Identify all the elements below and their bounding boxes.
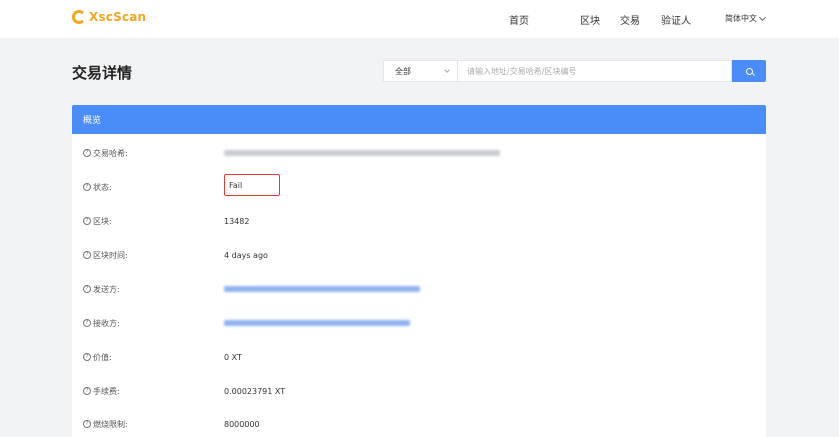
gas-limit-value: 8000000 [224, 419, 260, 429]
row-label: ? 发送方: [83, 284, 120, 295]
detail-row-status: ? 状态: Fail [72, 170, 766, 204]
search-placeholder: 请输入地址/交易哈希/区块编号 [467, 66, 577, 76]
nav-link-transactions[interactable]: 交易 [620, 12, 640, 27]
overview-card: 概览 ? 交易哈希: ? 状态: Fail ? 区块: 13482 ? 区块时间… [72, 105, 766, 437]
detail-row-block: ? 区块: 13482 [72, 204, 766, 238]
language-selector[interactable]: 简体中文 [725, 13, 767, 24]
help-circle-icon: ? [83, 420, 91, 428]
row-label: ? 手续费: [83, 386, 120, 397]
top-navigation-bar: XscScan 首页 区块 交易 验证人 简体中文 [0, 0, 839, 38]
detail-row-gas-limit: ? 燃烧限制: 8000000 [72, 407, 766, 437]
redacted-text [224, 320, 410, 326]
block-number-link[interactable]: 13482 [224, 217, 249, 226]
to-address-link-redacted[interactable] [224, 320, 410, 326]
nav-link-validators[interactable]: 验证人 [661, 12, 691, 27]
status-value-wrapper: Fail [72, 170, 766, 204]
from-address-link-redacted[interactable] [224, 286, 420, 292]
detail-row-from: ? 发送方: [72, 272, 766, 306]
card-header: 概览 [72, 105, 766, 134]
card-title: 概览 [83, 116, 102, 126]
search-bar: 全部 请输入地址/交易哈希/区块编号 [383, 60, 766, 82]
detail-row-tx-hash: ? 交易哈希: [72, 136, 766, 170]
row-label: ? 接收方: [83, 318, 120, 329]
brand-name: XscScan [89, 10, 147, 24]
detail-row-block-time: ? 区块时间: 4 days ago [72, 238, 766, 272]
page-title: 交易详情 [72, 64, 133, 82]
xscscan-logo-icon [72, 10, 86, 24]
chevron-down-icon [758, 13, 767, 21]
search-icon [745, 67, 753, 75]
help-circle-icon: ? [83, 285, 91, 293]
detail-row-value: ? 价值: 0 XT [72, 340, 766, 374]
redacted-text [224, 150, 500, 156]
detail-row-to: ? 接收方: [72, 306, 766, 340]
redacted-text [224, 286, 420, 292]
help-circle-icon: ? [83, 251, 91, 259]
search-filter-select[interactable]: 全部 [383, 60, 457, 82]
row-label: ? 区块: [83, 216, 112, 227]
row-label: ? 区块时间: [83, 250, 128, 261]
fee-amount: 0.00023791 XT [224, 386, 286, 396]
brand-logo[interactable]: XscScan [72, 10, 146, 24]
status-value: Fail [229, 181, 243, 190]
help-circle-icon: ? [83, 319, 91, 327]
search-input[interactable]: 请输入地址/交易哈希/区块编号 [457, 60, 732, 82]
block-time-value: 4 days ago [224, 250, 268, 260]
nav-link-home[interactable]: 首页 [509, 12, 529, 27]
help-circle-icon: ? [83, 149, 91, 157]
search-button[interactable] [732, 60, 766, 82]
value-amount: 0 XT [224, 352, 242, 362]
row-label: ? 交易哈希: [83, 148, 128, 159]
search-filter-value: 全部 [395, 66, 411, 76]
help-circle-icon: ? [83, 353, 91, 361]
language-label: 简体中文 [725, 14, 757, 23]
chevron-down-icon [444, 67, 450, 73]
tx-hash-value-redacted [224, 150, 500, 156]
row-label: ? 燃烧限制: [83, 419, 128, 430]
help-circle-icon: ? [83, 387, 91, 395]
nav-link-blocks[interactable]: 区块 [580, 12, 600, 27]
detail-row-fee: ? 手续费: 0.00023791 XT [72, 374, 766, 408]
row-label: ? 价值: [83, 352, 112, 363]
help-circle-icon: ? [83, 217, 91, 225]
